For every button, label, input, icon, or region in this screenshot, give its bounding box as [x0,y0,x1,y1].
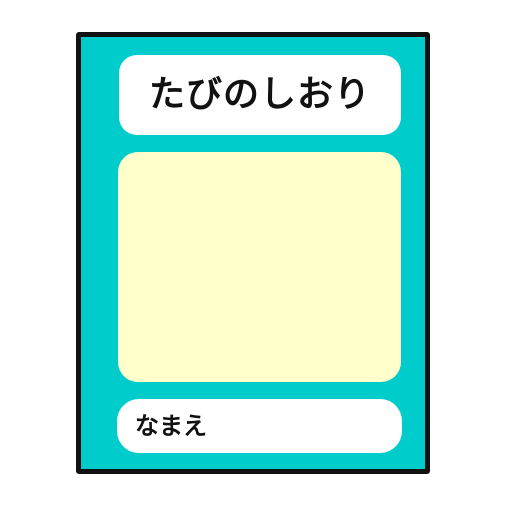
name-label: なまえ [135,412,207,440]
name-box: なまえ [117,399,402,453]
booklet-title: たびのしおり [148,74,371,115]
illustration-canvas: たびのしおり なまえ [0,0,512,512]
title-box: たびのしおり [119,55,401,135]
travel-booklet-cover: たびのしおり なまえ [76,32,430,474]
picture-area [118,152,401,382]
